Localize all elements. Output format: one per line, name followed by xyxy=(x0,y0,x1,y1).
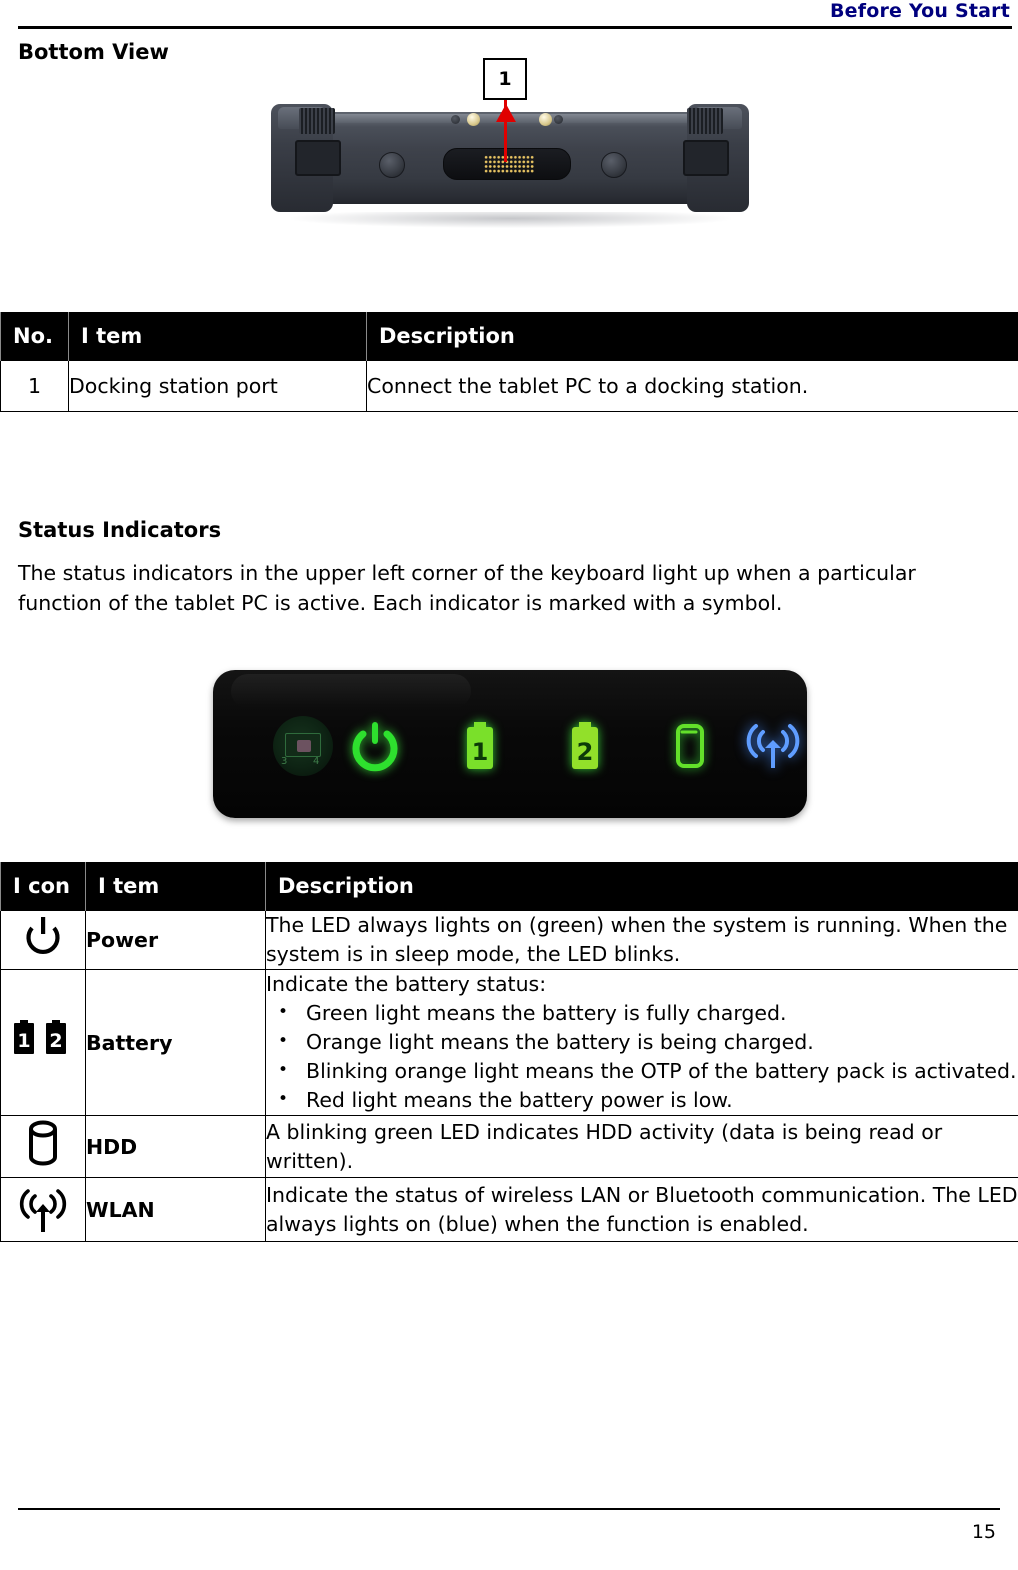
table-bottom-view-header-row: No. I tem Description xyxy=(0,312,1018,361)
dock-port-guide-pin-left xyxy=(467,113,480,126)
table-row: 1 Docking station port Connect the table… xyxy=(0,360,1018,412)
section-heading-bottom-view: Bottom View xyxy=(18,40,169,64)
column-header-item: I tem xyxy=(85,862,266,911)
cell-item: Docking station port xyxy=(68,360,367,412)
column-header-no: No. xyxy=(0,312,69,361)
list-item: Blinking orange light means the OTP of t… xyxy=(266,1056,1018,1086)
svg-text:2: 2 xyxy=(577,738,594,766)
callout-arrow-head xyxy=(496,104,516,122)
chassis-screw-left xyxy=(379,152,405,178)
list-item: Green light means the battery is fully c… xyxy=(266,998,1018,1028)
cell-description-battery: Indicate the battery status: Green light… xyxy=(265,969,1018,1116)
strap-webbing-left xyxy=(299,108,335,134)
page-number: 15 xyxy=(971,1521,996,1543)
cell-icon-battery: 1 2 xyxy=(0,969,86,1116)
strap-loop-left xyxy=(295,140,341,176)
svg-text:1: 1 xyxy=(472,738,489,766)
led-indicator-row: 3 4 1 2 xyxy=(213,714,807,778)
table-row: HDD A blinking green LED indicates HDD a… xyxy=(0,1115,1018,1178)
column-header-description: Description xyxy=(366,312,1018,361)
hdd-icon xyxy=(29,1120,57,1166)
sensor-lens: 3 4 xyxy=(273,716,333,776)
power-icon xyxy=(352,722,398,772)
cell-icon-wlan xyxy=(0,1177,86,1242)
section-heading-status-indicators: Status Indicators xyxy=(18,518,222,542)
description-text: The LED always lights on (green) when th… xyxy=(266,913,1008,966)
wlan-icon xyxy=(19,1189,67,1232)
cell-icon-hdd xyxy=(0,1115,86,1178)
led-power-indicator xyxy=(343,714,407,778)
table-bottom-view: No. I tem Description 1 Docking station … xyxy=(0,312,1018,412)
status-indicators-intro-text: The status indicators in the upper left … xyxy=(18,561,916,615)
table-status-indicators: I con I tem Description Power The LED al… xyxy=(0,862,1018,1242)
cell-description: Connect the tablet PC to a docking stati… xyxy=(366,360,1018,412)
battery-1-icon: 1 xyxy=(467,722,493,769)
cell-description-wlan: Indicate the status of wireless LAN or B… xyxy=(265,1177,1018,1242)
cell-item-wlan: WLAN xyxy=(85,1177,266,1242)
chassis-screw-right xyxy=(601,152,627,178)
cell-item-power: Power xyxy=(85,910,266,970)
hdd-icon xyxy=(676,724,704,768)
table-row: 1 2 Battery Indicate the battery status:… xyxy=(0,969,1018,1116)
wlan-icon xyxy=(746,724,800,768)
panel-gloss-highlight xyxy=(231,674,471,708)
power-icon xyxy=(26,916,60,954)
page-header-title: Before You Start xyxy=(829,0,1010,22)
cell-no: 1 xyxy=(0,360,69,412)
battery-2-icon: 2 xyxy=(572,722,598,769)
callout-box-1: 1 xyxy=(483,58,527,100)
table-status-indicators-header-row: I con I tem Description xyxy=(0,862,1018,911)
footer-rule xyxy=(18,1508,1000,1510)
dock-port-pin-array xyxy=(484,155,534,173)
led-sensor-indicator: 3 4 xyxy=(235,714,333,778)
cell-description-hdd: A blinking green LED indicates HDD activ… xyxy=(265,1115,1018,1178)
list-item: Orange light means the battery is being … xyxy=(266,1027,1018,1057)
column-header-icon: I con xyxy=(0,862,86,911)
bottom-view-photo: 1 xyxy=(255,58,765,248)
dock-port-screw-left xyxy=(451,115,460,124)
description-text: Indicate the battery status: xyxy=(266,972,547,996)
description-text: A blinking green LED indicates HDD activ… xyxy=(266,1119,943,1173)
led-hdd-indicator xyxy=(658,714,722,778)
sensor-die xyxy=(297,740,311,752)
led-indicator-panel-photo: 3 4 1 2 xyxy=(213,670,807,818)
description-text: Indicate the status of wireless LAN or B… xyxy=(266,1182,1018,1236)
page-header-rule xyxy=(18,26,1012,29)
dock-port-screw-right xyxy=(554,115,563,124)
cell-description-power: The LED always lights on (green) when th… xyxy=(265,910,1018,970)
column-header-description: Description xyxy=(265,862,1018,911)
cell-icon-power xyxy=(0,910,86,970)
strap-loop-right xyxy=(683,140,729,176)
column-header-item: I tem xyxy=(68,312,367,361)
dock-port-guide-pin-right xyxy=(539,113,552,126)
led-battery1-indicator: 1 xyxy=(448,714,512,778)
svg-text:2: 2 xyxy=(49,1030,62,1052)
table-row: WLAN Indicate the status of wireless LAN… xyxy=(0,1177,1018,1242)
table-row: Power The LED always lights on (green) w… xyxy=(0,910,1018,970)
battery-bullet-list: Green light means the battery is fully c… xyxy=(266,998,1018,1115)
strap-webbing-right xyxy=(687,108,723,134)
sensor-marking-4: 4 xyxy=(313,756,320,767)
svg-text:1: 1 xyxy=(17,1030,30,1052)
list-item: Red light means the battery power is low… xyxy=(266,1085,1018,1115)
cell-item-battery: Battery xyxy=(85,969,266,1116)
battery-icon: 1 2 xyxy=(14,1020,66,1054)
led-battery2-indicator: 2 xyxy=(553,714,617,778)
led-wlan-indicator xyxy=(741,714,805,778)
page-header: Before You Start xyxy=(18,0,1012,30)
sensor-marking-3: 3 xyxy=(281,756,288,767)
device-shadow xyxy=(291,212,731,228)
cell-item-hdd: HDD xyxy=(85,1115,266,1178)
sensor-chip xyxy=(285,733,321,757)
